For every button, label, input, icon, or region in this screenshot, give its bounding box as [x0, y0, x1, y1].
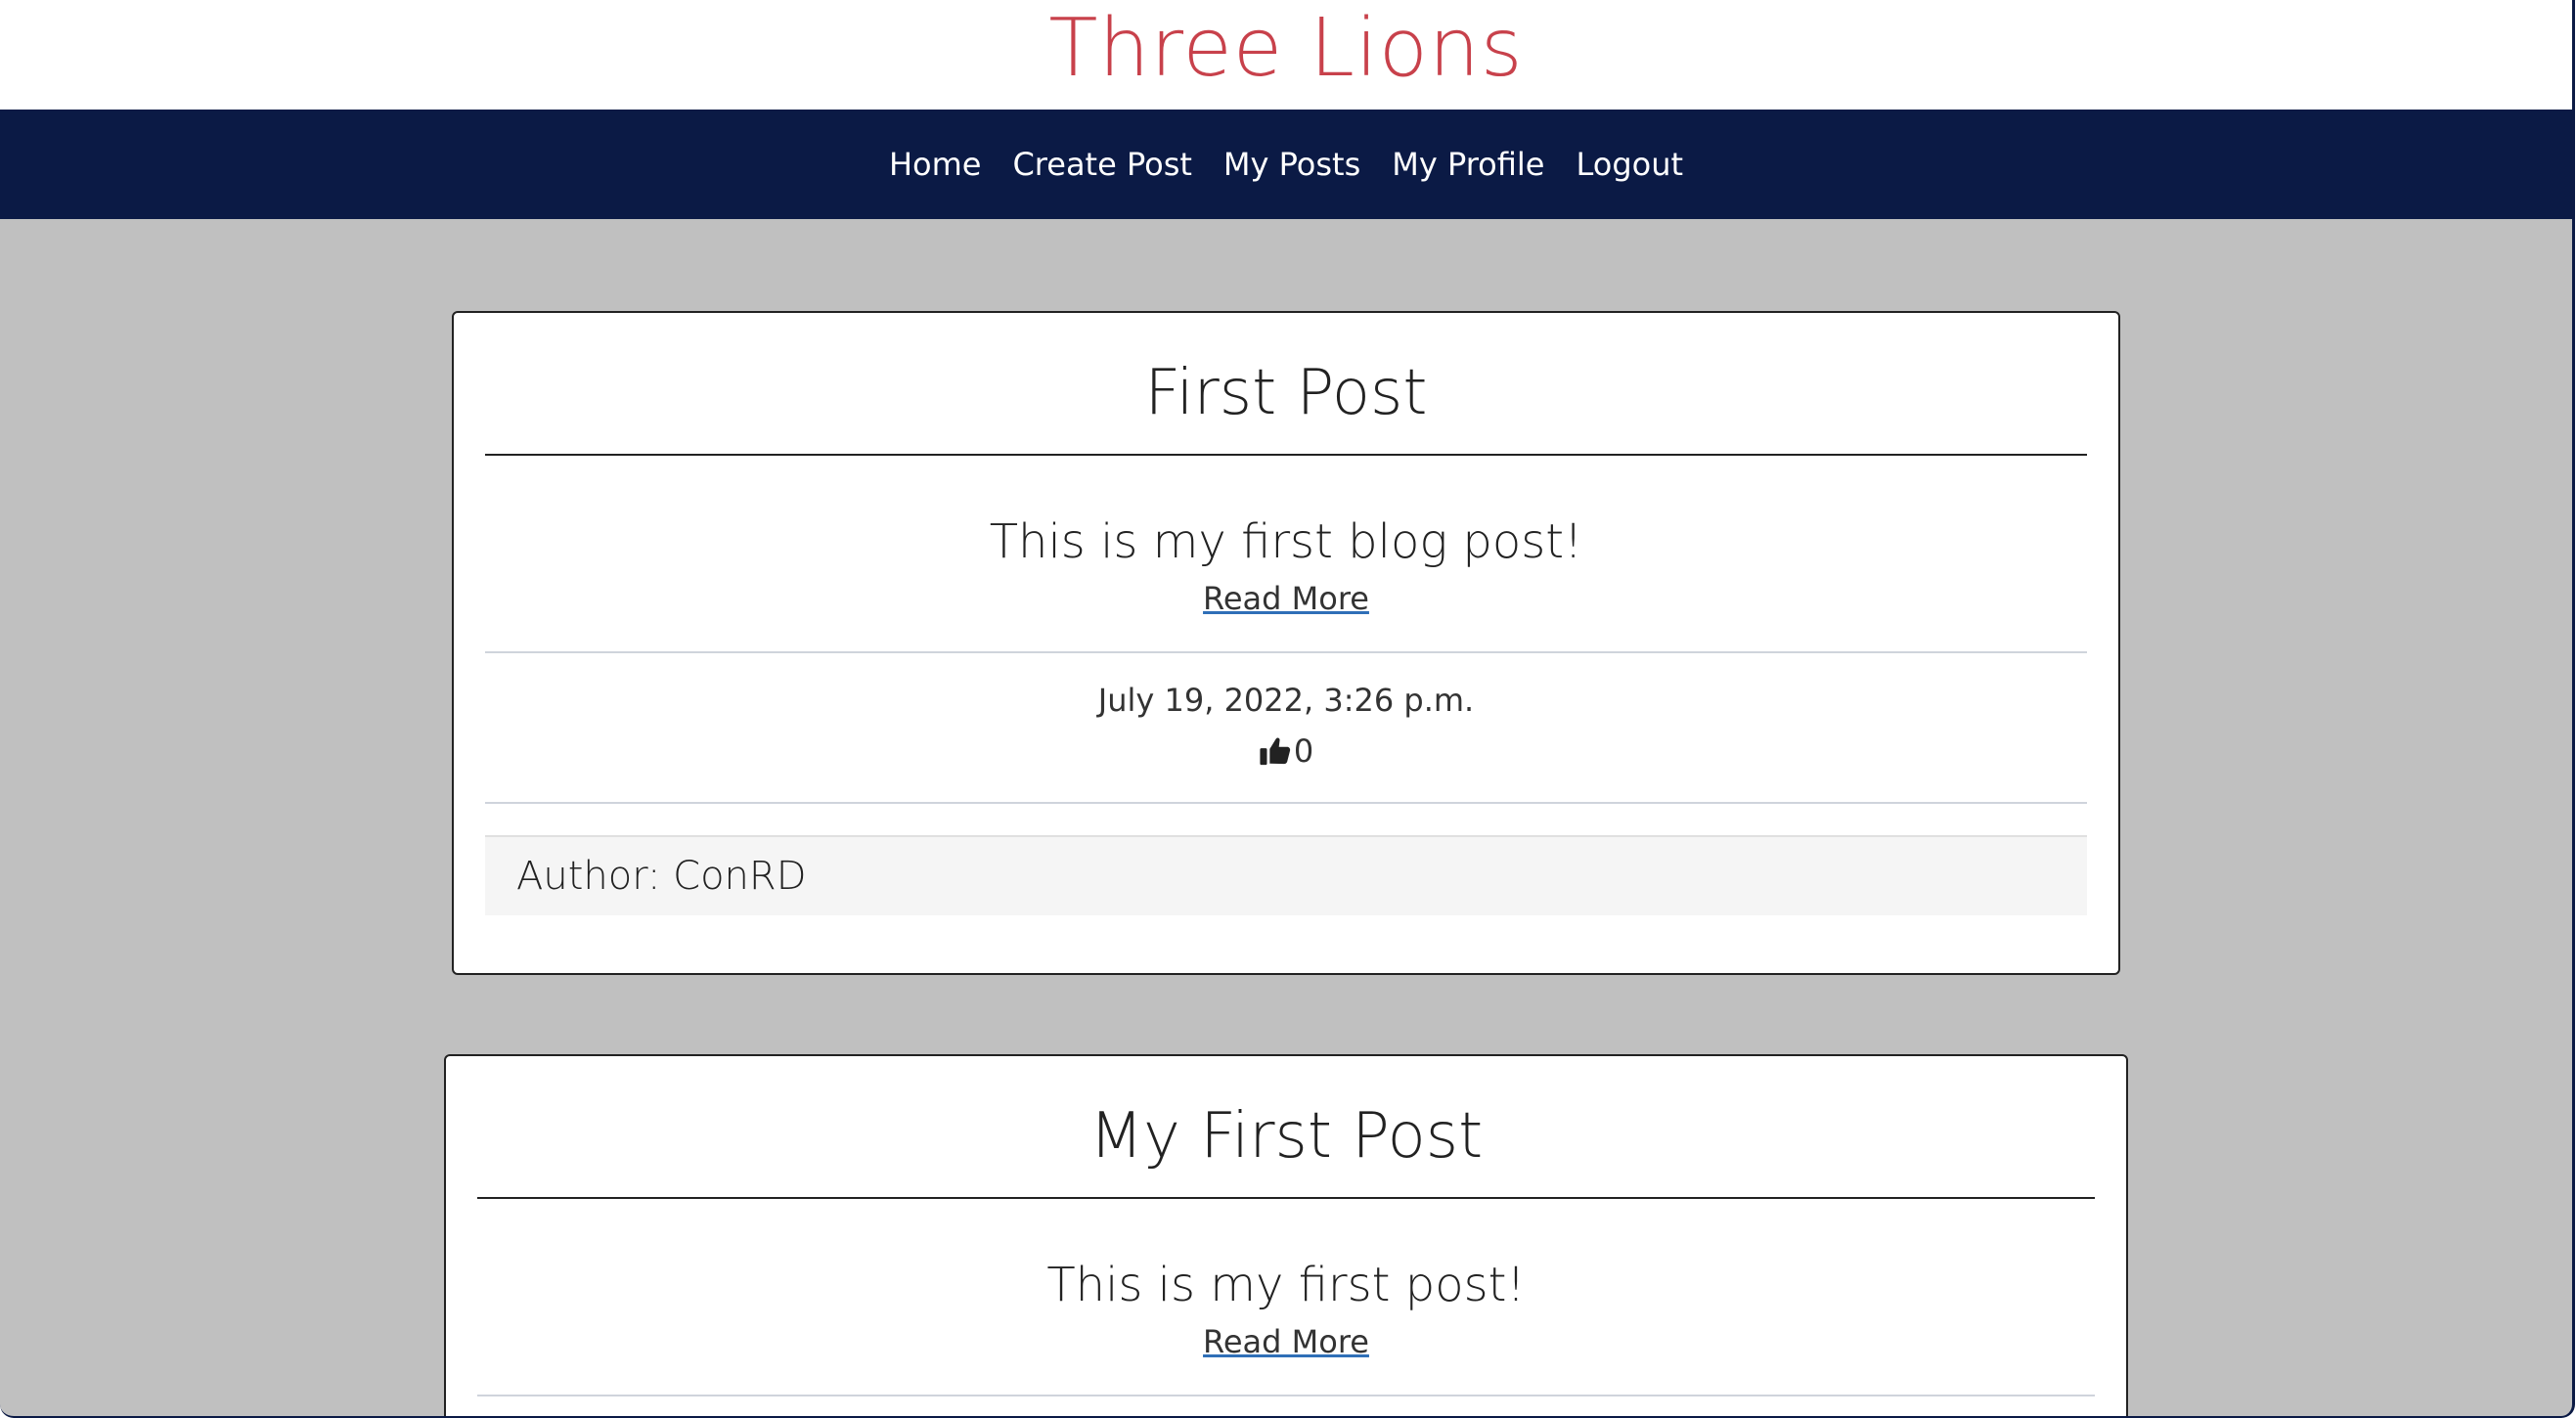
card-divider — [485, 802, 2087, 804]
post-excerpt: This is my first post! — [1046, 1258, 1526, 1312]
nav-item-home[interactable]: Home — [873, 146, 998, 183]
post-author: Author: ConRD — [485, 835, 2087, 915]
post-title: My First Post — [477, 1056, 2095, 1199]
post-card: My First Post This is my first post! Rea… — [444, 1054, 2128, 1416]
read-more-link[interactable]: Read More — [1203, 1320, 1369, 1363]
post-title: First Post — [485, 313, 2087, 456]
nav-item-my-profile[interactable]: My Profile — [1376, 146, 1560, 183]
main-navbar: Home Create Post My Posts My Profile Log… — [0, 110, 2572, 219]
card-divider — [485, 651, 2087, 653]
site-title[interactable]: Three Lions — [1048, 2, 1523, 96]
thumbs-up-icon[interactable] — [1259, 734, 1292, 768]
post-card-body: First Post This is my first blog post! R… — [485, 313, 2087, 915]
site-header: Three Lions — [0, 0, 2572, 110]
card-divider — [477, 1395, 2095, 1396]
browser-viewport: Three Lions Home Create Post My Posts My… — [0, 0, 2575, 1418]
nav-item-logout[interactable]: Logout — [1560, 146, 1699, 183]
page: Three Lions Home Create Post My Posts My… — [0, 0, 2576, 1418]
post-excerpt: This is my first blog post! — [989, 514, 1583, 569]
post-card-body: My First Post This is my first post! Rea… — [477, 1056, 2095, 1396]
like-count: 0 — [1293, 732, 1314, 770]
likes-row: 0 — [485, 730, 2087, 773]
post-date: July 19, 2022, 3:26 p.m. — [1097, 682, 1475, 719]
post-card: First Post This is my first blog post! R… — [452, 311, 2120, 975]
nav-list: Home Create Post My Posts My Profile Log… — [873, 110, 1699, 219]
nav-item-create-post[interactable]: Create Post — [997, 146, 1207, 183]
nav-item-my-posts[interactable]: My Posts — [1208, 146, 1376, 183]
read-more-link[interactable]: Read More — [1203, 577, 1369, 620]
